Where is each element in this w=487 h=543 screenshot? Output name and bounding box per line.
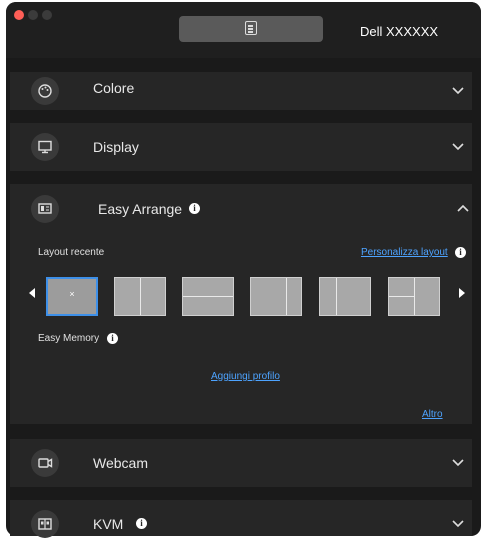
selected-layout-mark: × [69,289,75,299]
info-icon[interactable]: i [107,333,118,344]
scroll-left-arrow-icon[interactable] [29,288,35,298]
layout-option-split-2-horizontal[interactable] [182,277,234,316]
menu-button[interactable] [179,16,323,42]
chevron-up-icon[interactable] [456,201,470,215]
easy-memory-label: Easy Memory [38,333,100,344]
chevron-down-icon[interactable] [451,456,465,470]
customize-layout-link[interactable]: Personalizza layout [361,247,448,258]
palette-icon [31,77,59,105]
add-profile-link[interactable]: Aggiungi profilo [211,371,280,382]
section-kvm-label: KVM [93,516,124,532]
webcam-icon [31,449,59,477]
title-bar: Dell XXXXXX [6,2,481,58]
more-link[interactable]: Altro [422,409,443,420]
layout-option-split-2-vertical[interactable] [114,277,166,316]
section-kvm[interactable]: KVM i [10,500,472,538]
scroll-right-arrow-icon[interactable] [459,288,465,298]
layout-option-split-3[interactable] [388,277,440,316]
layout-icon [31,195,59,223]
chevron-down-icon[interactable] [451,140,465,154]
layout-option-split-2-right-narrow[interactable] [250,277,302,316]
layout-option-split-2-left-narrow[interactable] [319,277,371,316]
info-icon[interactable]: i [455,247,466,258]
info-icon[interactable]: i [189,203,200,214]
kvm-icon [31,510,59,538]
section-display-label: Display [93,139,139,155]
section-colore[interactable]: Colore [10,72,472,110]
document-icon [245,21,257,35]
section-webcam-label: Webcam [93,455,148,471]
recent-layout-label: Layout recente [38,247,105,258]
zoom-window-button[interactable] [42,10,52,20]
section-display[interactable]: Display [10,123,472,171]
close-window-button[interactable] [14,10,24,20]
monitor-name: Dell XXXXXX [360,24,439,39]
section-easy-arrange-label[interactable]: Easy Arrange [98,201,182,217]
chevron-down-icon[interactable] [451,84,465,98]
layout-option-full[interactable]: × [46,277,98,316]
monitor-icon [31,133,59,161]
section-colore-label: Colore [93,80,135,96]
info-icon[interactable]: i [136,518,147,529]
minimize-window-button[interactable] [28,10,38,20]
chevron-down-icon[interactable] [451,517,465,531]
section-webcam[interactable]: Webcam [10,439,472,487]
